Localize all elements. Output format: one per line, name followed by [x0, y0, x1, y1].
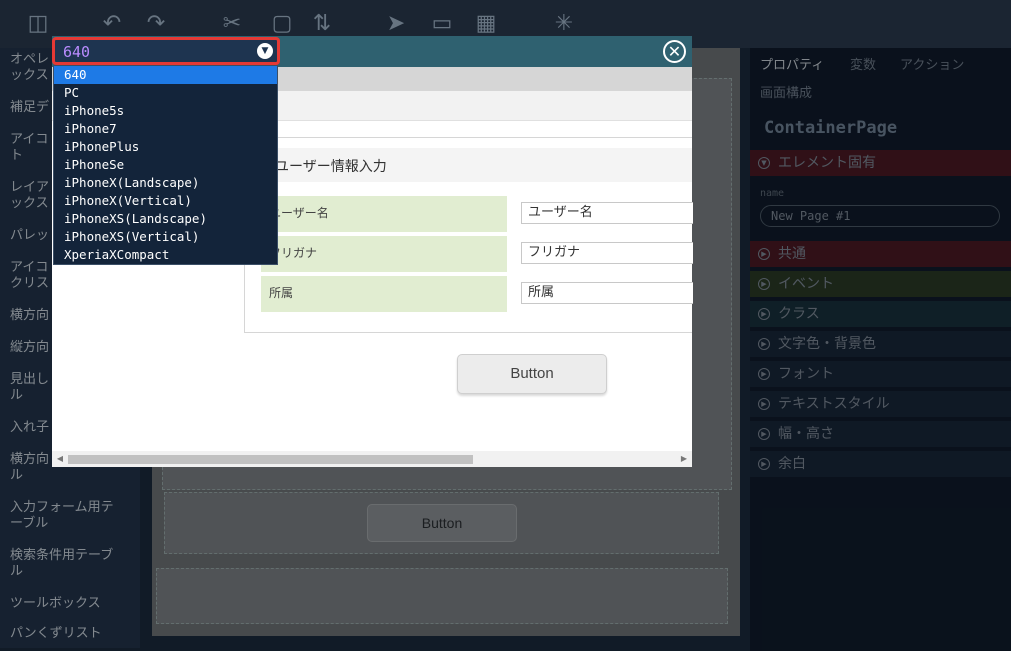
scrollbar-thumb[interactable] — [68, 455, 473, 464]
horizontal-scrollbar[interactable]: ◀ ▶ — [52, 451, 692, 467]
device-size-dropdown: 640 PC iPhone5s iPhone7 iPhonePlus iPhon… — [53, 65, 278, 265]
size-option-iphone5s[interactable]: iPhone5s — [54, 102, 277, 120]
form-label-furigana: フリガナ — [261, 236, 507, 272]
furigana-input[interactable]: フリガナ — [521, 242, 693, 264]
form-title: ユーザー情報入力 — [275, 159, 387, 175]
form-title-row: ユーザー情報入力 — [245, 148, 692, 182]
size-option-iphonexs-landscape[interactable]: iPhoneXS(Landscape) — [54, 210, 277, 228]
scroll-right-icon[interactable]: ▶ — [678, 452, 690, 466]
affiliation-input[interactable]: 所属 — [521, 282, 693, 304]
device-size-select[interactable]: 640 ▼ — [52, 37, 280, 65]
size-option-iphonexs-vertical[interactable]: iPhoneXS(Vertical) — [54, 228, 277, 246]
username-input[interactable]: ユーザー名 — [521, 202, 693, 224]
input-form-panel: ユーザー情報入力 ユーザー名 ユーザー名 フリガナ フリガナ 所属 所属 — [244, 137, 693, 333]
size-option-iphoneplus[interactable]: iPhonePlus — [54, 138, 277, 156]
size-option-iphonese[interactable]: iPhoneSe — [54, 156, 277, 174]
size-option-pc[interactable]: PC — [54, 84, 277, 102]
selected-size-value: 640 — [63, 43, 91, 61]
preview-button[interactable]: Button — [457, 354, 607, 394]
size-option-iphonex-vertical[interactable]: iPhoneX(Vertical) — [54, 192, 277, 210]
scroll-left-icon[interactable]: ◀ — [54, 452, 66, 466]
form-label-username: ユーザー名 — [261, 196, 507, 232]
size-option-iphone7[interactable]: iPhone7 — [54, 120, 277, 138]
close-icon[interactable]: ✕ — [663, 40, 686, 63]
form-label-affiliation: 所属 — [261, 276, 507, 312]
size-option-xperiaxcompact[interactable]: XperiaXCompact — [54, 246, 277, 264]
size-option-iphonex-landscape[interactable]: iPhoneX(Landscape) — [54, 174, 277, 192]
size-option-640[interactable]: 640 — [54, 66, 277, 84]
chevron-down-icon: ▼ — [257, 43, 273, 59]
